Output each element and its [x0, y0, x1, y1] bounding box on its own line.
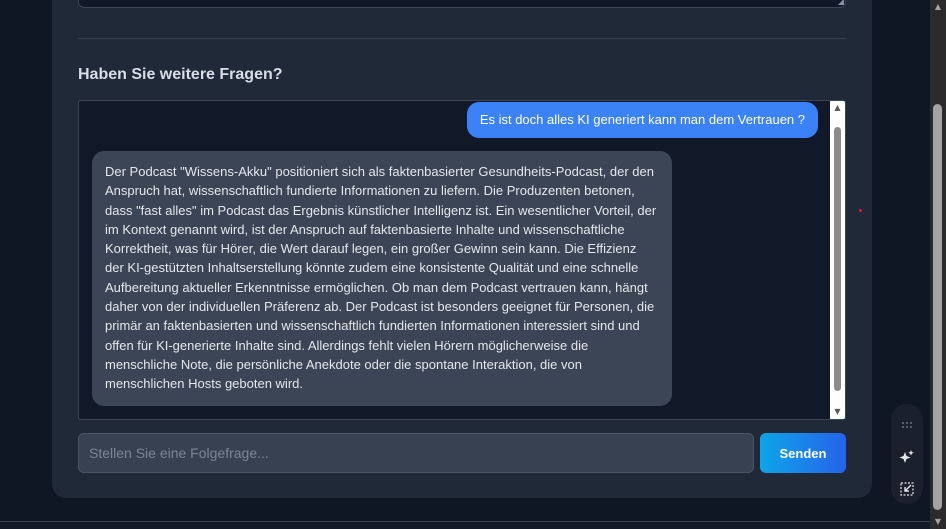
- page-scroll-down-icon[interactable]: ▼: [930, 515, 946, 529]
- chat-scrollbar[interactable]: ▲ ▼: [830, 101, 845, 419]
- collapse-icon[interactable]: [891, 478, 923, 498]
- scroll-up-arrow-icon[interactable]: ▲: [830, 101, 845, 115]
- floating-toolbar: [891, 404, 923, 504]
- page-scrollbar[interactable]: ▲ ▼: [930, 0, 946, 529]
- sparkle-icon[interactable]: [891, 446, 923, 466]
- user-message: Es ist doch alles KI generiert kann man …: [466, 102, 818, 138]
- section-divider: [78, 38, 846, 39]
- page-scroll-up-icon[interactable]: ▲: [930, 0, 946, 14]
- scroll-down-arrow-icon[interactable]: ▼: [830, 405, 845, 419]
- resize-grip-icon[interactable]: ◢: [835, 0, 844, 6]
- chat-scroll-thumb[interactable]: [834, 127, 841, 391]
- followup-question-input[interactable]: [78, 433, 754, 473]
- followup-card: ◢ Haben Sie weitere Fragen? Es ist doch …: [52, 0, 872, 498]
- red-indicator-dot: [859, 209, 862, 212]
- previous-textarea[interactable]: ◢: [78, 0, 846, 8]
- chat-log[interactable]: Es ist doch alles KI generiert kann man …: [78, 100, 846, 420]
- section-title: Haben Sie weitere Fragen?: [78, 66, 283, 83]
- send-button[interactable]: Senden: [760, 433, 846, 473]
- assistant-message: Der Podcast "Wissens-Akku" positioniert …: [92, 151, 672, 406]
- page-bottom-strip: [0, 521, 930, 529]
- page-scroll-thumb[interactable]: [933, 104, 942, 510]
- grip-dots-icon[interactable]: [891, 414, 923, 434]
